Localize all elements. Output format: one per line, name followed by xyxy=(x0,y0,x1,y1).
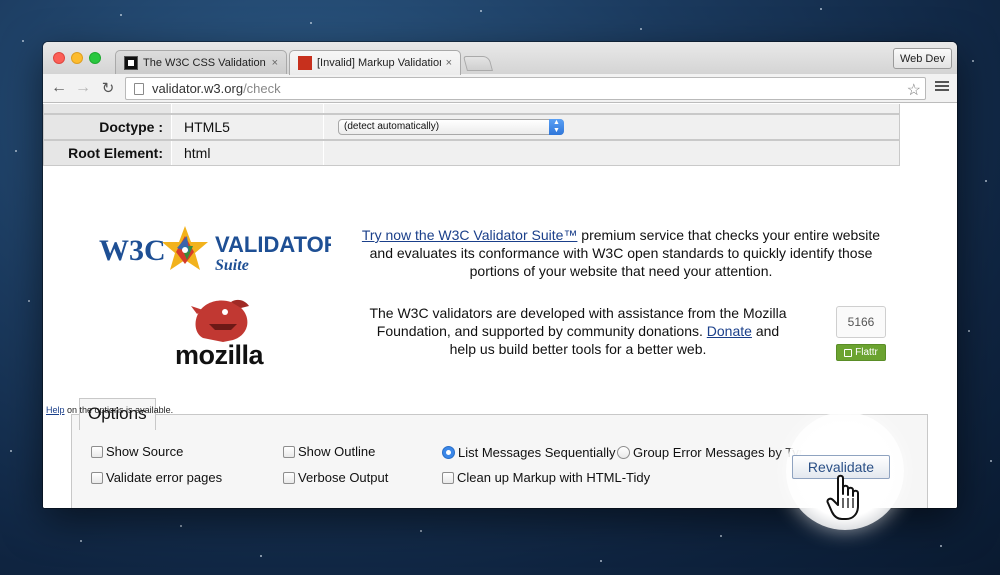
root-element-label: Root Element: xyxy=(44,141,172,165)
help-link[interactable]: Help xyxy=(46,405,65,415)
info-row-root-element: Root Element: html xyxy=(43,140,900,166)
minimize-window-button[interactable] xyxy=(71,52,83,64)
close-window-button[interactable] xyxy=(53,52,65,64)
flattr-button[interactable]: Flattr xyxy=(836,344,886,361)
browser-toolbar: ← → ↻ validator.w3.org/check ☆ xyxy=(43,74,957,103)
close-tab-icon[interactable]: × xyxy=(272,57,278,69)
show-outline-option[interactable]: Show Outline xyxy=(283,444,375,459)
group-errors-option[interactable]: Group Error Messages by Type xyxy=(617,445,813,460)
options-help-text: Help on the options is available. xyxy=(46,405,174,415)
validator-suite-link[interactable]: Try now the W3C Validator Suite™ xyxy=(362,227,578,243)
page-icon xyxy=(134,82,144,95)
zoom-window-button[interactable] xyxy=(89,52,101,64)
bookmark-star-icon[interactable]: ☆ xyxy=(907,80,921,100)
logo-w3c-text: W3C xyxy=(99,234,166,267)
show-source-checkbox[interactable] xyxy=(91,445,103,458)
address-bar[interactable]: validator.w3.org/check ☆ xyxy=(125,77,926,100)
validate-error-pages-checkbox[interactable] xyxy=(91,471,103,484)
tab-title: [Invalid] Markup Validation xyxy=(317,57,441,69)
new-tab-button[interactable] xyxy=(462,56,494,71)
profile-button[interactable]: Web Dev xyxy=(892,48,952,69)
tab-markup-validation[interactable]: [Invalid] Markup Validation × xyxy=(289,50,461,75)
list-sequential-radio[interactable] xyxy=(442,446,455,459)
flattr-count: 5166 xyxy=(836,306,886,338)
list-sequential-option[interactable]: List Messages Sequentially xyxy=(442,445,616,460)
info-row-doctype: Doctype : HTML5 (detect automatically) ▲… xyxy=(43,114,900,140)
validator-suite-promo: Try now the W3C Validator Suite™ premium… xyxy=(361,227,881,279)
show-source-option[interactable]: Show Source xyxy=(91,444,183,459)
group-errors-radio[interactable] xyxy=(617,446,630,459)
reload-icon[interactable]: ↻ xyxy=(98,78,118,98)
mozilla-support-text: The W3C validators are developed with as… xyxy=(369,305,787,357)
validator-favicon-icon xyxy=(298,56,312,70)
forward-arrow-icon[interactable]: → xyxy=(73,78,93,98)
doctype-label: Doctype : xyxy=(44,115,172,139)
close-tab-icon[interactable]: × xyxy=(446,57,452,69)
hamburger-menu-icon[interactable] xyxy=(935,79,949,93)
root-element-value: html xyxy=(172,141,324,165)
mozilla-wordmark: mozilla xyxy=(175,340,264,370)
w3c-validator-suite-logo[interactable]: W3C VALIDATOR Suite xyxy=(99,222,331,278)
doctype-select[interactable]: (detect automatically) ▲ ▼ xyxy=(338,119,564,135)
hand-pointer-cursor-icon xyxy=(826,474,859,520)
validate-error-pages-option[interactable]: Validate error pages xyxy=(91,470,222,485)
back-arrow-icon[interactable]: ← xyxy=(49,78,69,98)
logo-validator-text: VALIDATOR xyxy=(215,232,331,257)
select-chevron-icon: ▲ ▼ xyxy=(549,119,564,135)
show-outline-checkbox[interactable] xyxy=(283,445,295,458)
tab-css-validation[interactable]: The W3C CSS Validation S × xyxy=(115,50,287,75)
url-text: validator.w3.org/check xyxy=(152,81,281,96)
cleanup-markup-option[interactable]: Clean up Markup with HTML-Tidy xyxy=(442,470,650,485)
logo-suite-text: Suite xyxy=(215,257,249,274)
w3c-favicon-icon xyxy=(124,56,138,70)
tab-strip: The W3C CSS Validation S × [Invalid] Mar… xyxy=(43,42,957,75)
tab-title: The W3C CSS Validation S xyxy=(143,57,267,69)
verbose-output-checkbox[interactable] xyxy=(283,471,295,484)
cleanup-markup-checkbox[interactable] xyxy=(442,471,454,484)
info-row-partial xyxy=(43,104,900,114)
verbose-output-option[interactable]: Verbose Output xyxy=(283,470,388,485)
donate-link[interactable]: Donate xyxy=(707,323,752,339)
flattr-icon xyxy=(844,348,853,357)
doctype-value: HTML5 xyxy=(172,115,324,139)
